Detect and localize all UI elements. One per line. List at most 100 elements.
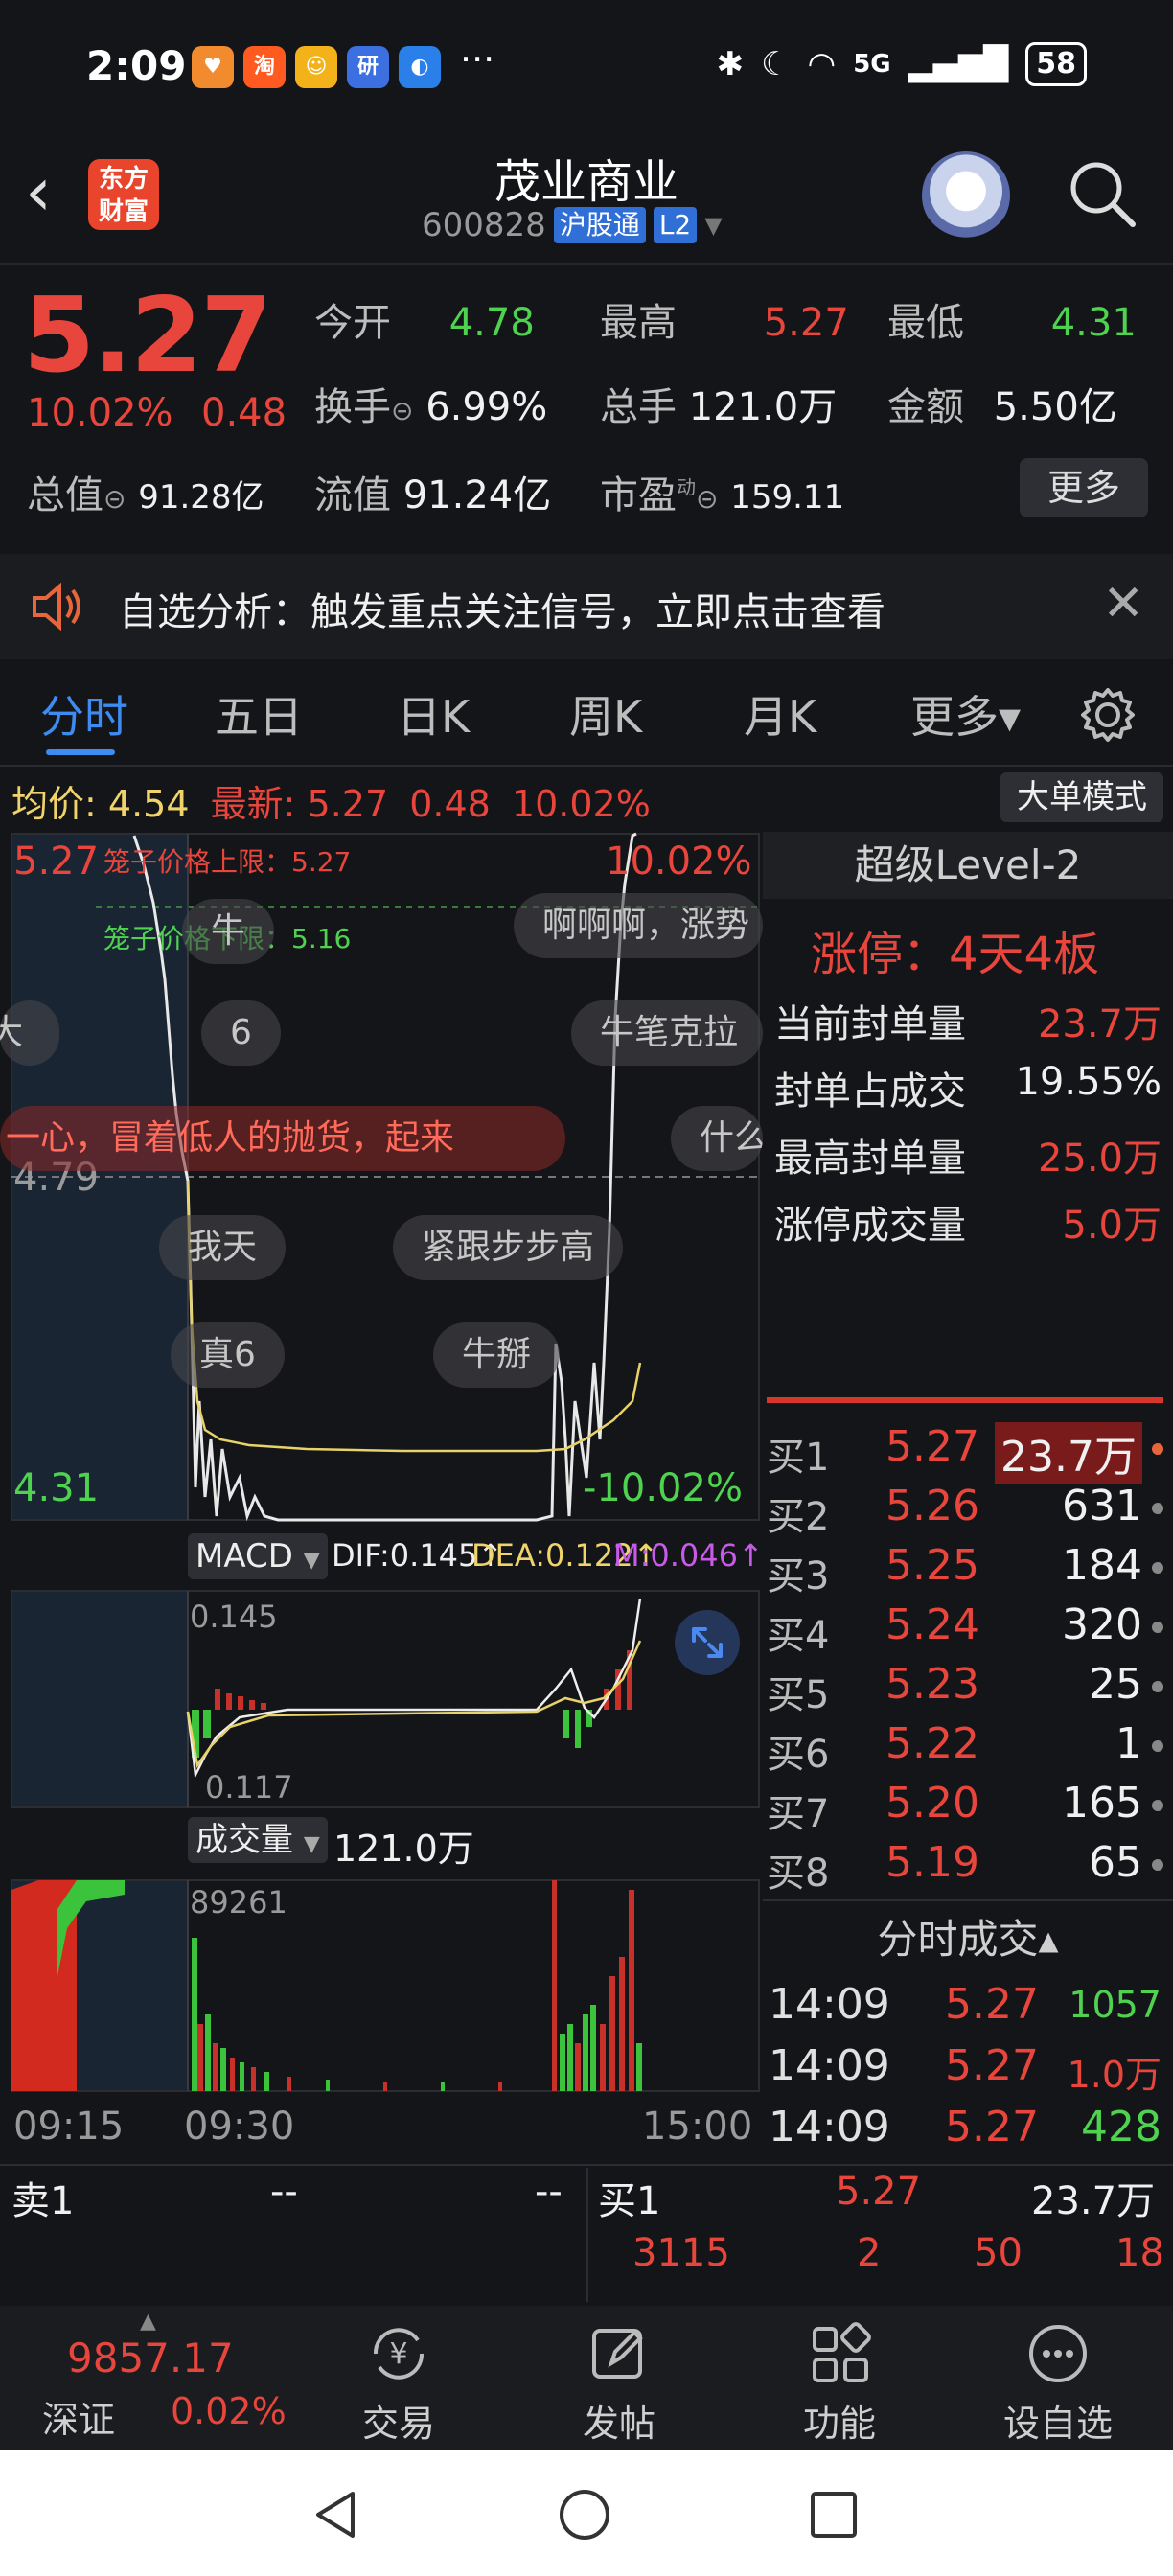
orderbook-row[interactable]: 买7 5.20 165: [767, 1779, 1163, 1836]
change-amount: 0.48: [201, 391, 288, 435]
orderbook-level: 买6: [767, 1733, 830, 1777]
tab-monthly-k[interactable]: 月K: [744, 682, 816, 746]
recents-square-icon[interactable]: [809, 2490, 859, 2540]
nav-add-watchlist[interactable]: 设自选: [962, 2306, 1154, 2450]
danmaku-bubble[interactable]: 一心，冒着低人的抛货，起来: [0, 1106, 565, 1171]
danmaku-bubble[interactable]: 大: [0, 1000, 59, 1066]
index-ticker[interactable]: ▲ 9857.17 深证 0.02%: [0, 2306, 326, 2450]
nav-trade[interactable]: ¥ 交易: [303, 2306, 494, 2450]
divider: [763, 1899, 1173, 1901]
research-notification-icon: 研: [347, 46, 389, 88]
wifi-icon: ◠: [807, 45, 837, 83]
search-icon[interactable]: [1064, 155, 1140, 232]
tick-trades-title[interactable]: 分时成交▴: [763, 1907, 1173, 1966]
stock-code: 600828: [422, 206, 546, 244]
level2-row: 涨停成交量 5.0万: [774, 1194, 1162, 1250]
float-value: 91.24亿: [402, 473, 552, 518]
close-icon[interactable]: ✕: [1102, 575, 1144, 632]
danmaku-bubble[interactable]: 我天: [159, 1215, 287, 1280]
tick-volume: 1.0万: [1067, 2054, 1162, 2096]
strip-buy-label: 买1: [598, 2179, 661, 2223]
notice-text: 自选分析：触发重点关注信号，立即点击查看: [119, 590, 886, 634]
orderbook-qty: 65: [1089, 1838, 1142, 1887]
gear-icon[interactable]: [1077, 684, 1138, 746]
strip-buy-price: 5.27: [836, 2170, 922, 2214]
stock-header: ‹ 东方 财富 茂业商业 600828 沪股通 L2 ▼: [0, 134, 1173, 264]
macd-bars: [192, 1650, 632, 1758]
tab-more[interactable]: 更多▾: [910, 682, 1021, 746]
danmaku-bubble[interactable]: 牛笔克拉: [571, 1000, 763, 1066]
tab-daily-k[interactable]: 日K: [397, 682, 470, 746]
change-percent: 10.02%: [27, 391, 173, 435]
pe-value: 159.11: [730, 478, 845, 517]
signal-icon: ▂▄▆█: [908, 45, 1009, 83]
orderbook-row[interactable]: 买1 5.27 23.7万: [767, 1422, 1163, 1484]
analysis-notice-bar[interactable]: 自选分析：触发重点关注信号，立即点击查看 ✕: [0, 554, 1173, 659]
danmaku-bubble[interactable]: 牛掰: [433, 1322, 561, 1388]
level2-title[interactable]: 超级Level-2: [763, 832, 1173, 899]
danmaku-bubble[interactable]: 6: [201, 1000, 281, 1066]
dea-line: [186, 1640, 642, 1769]
danmaku-bubble[interactable]: 紧跟步步高: [393, 1215, 624, 1280]
expand-chart-icon[interactable]: [673, 1608, 742, 1677]
level2-row-label: 涨停成交量: [774, 1204, 966, 1248]
volume-indicator-selector[interactable]: 成交量 ▼: [188, 1817, 328, 1863]
more-button[interactable]: 更多: [1020, 458, 1148, 518]
axis-low-price: 4.31: [13, 1466, 100, 1510]
ai-assistant-robot-icon[interactable]: [922, 151, 1010, 240]
post-edit-icon: [592, 2329, 643, 2379]
tab-weekly-k[interactable]: 周K: [569, 682, 642, 746]
tick-price: 5.27: [945, 2041, 1039, 2090]
pe-row[interactable]: 市盈动⊝ 159.11: [600, 464, 844, 519]
level2-row: 封单占成交 19.55%: [774, 1060, 1162, 1116]
level2-row-value: 25.0万: [1037, 1137, 1162, 1181]
orderbook-row[interactable]: 买3 5.25 184: [767, 1541, 1163, 1598]
danmaku-bubble[interactable]: 真6: [171, 1322, 285, 1388]
open-row: 今开 4.78: [314, 291, 535, 347]
macd-indicator-selector[interactable]: MACD ▼: [188, 1533, 328, 1579]
level2-row-value: 5.0万: [1062, 1204, 1162, 1248]
danmaku-bubble[interactable]: 什么: [671, 1106, 763, 1171]
dropdown-triangle-icon: ▼: [303, 1832, 320, 1856]
latest-label: 最新:: [210, 783, 296, 825]
orderbook-row[interactable]: 买5 5.23 25: [767, 1660, 1163, 1717]
big-order-mode-button[interactable]: 大单模式: [1000, 772, 1163, 822]
danmaku-bubble[interactable]: 牛: [182, 899, 275, 964]
tab-five-day[interactable]: 五日: [215, 682, 303, 746]
stock-code-row[interactable]: 600828 沪股通 L2 ▼: [422, 206, 723, 244]
orderbook-row[interactable]: 买2 5.26 631: [767, 1482, 1163, 1539]
axis-high-pct: 10.02%: [606, 840, 752, 884]
danmaku-bubble[interactable]: 啊啊啊，涨势: [514, 893, 763, 958]
axis-high-price: 5.27: [13, 840, 100, 884]
level2-row: 当前封单量 23.7万: [774, 993, 1162, 1048]
mktcap-row[interactable]: 总值⊝ 91.28亿: [27, 464, 264, 519]
strip-sell-label: 卖1: [12, 2179, 75, 2223]
nav-functions[interactable]: 功能: [744, 2306, 935, 2450]
orderbook-price: 5.22: [886, 1719, 979, 1768]
back-triangle-icon[interactable]: [309, 2488, 362, 2542]
turnover-row[interactable]: 换手⊝ 6.99%: [314, 376, 547, 431]
home-circle-icon[interactable]: [558, 2488, 611, 2542]
level2-row-label: 封单占成交: [774, 1070, 966, 1114]
tick-row: 14:09 5.27 428: [769, 2103, 1162, 2156]
nav-post[interactable]: 发帖: [523, 2306, 715, 2450]
order-dot-icon: [1152, 1800, 1163, 1811]
orderbook-row[interactable]: 买8 5.19 65: [767, 1838, 1163, 1896]
strip-queue-value: 2: [857, 2231, 882, 2275]
tab-intraday[interactable]: 分时: [40, 682, 128, 746]
battery-icon: 58: [1025, 42, 1087, 86]
order-dot-icon: [1152, 1503, 1163, 1514]
orderbook-level: 买2: [767, 1495, 830, 1539]
orderbook-qty: 23.7万: [995, 1422, 1142, 1484]
tick-volume: 428: [1081, 2103, 1162, 2151]
nav-post-label: 发帖: [582, 2403, 656, 2445]
float-row: 流值 91.24亿: [314, 464, 551, 519]
tick-price: 5.27: [945, 1980, 1039, 2029]
low-value: 4.31: [1050, 301, 1137, 345]
orderbook-row[interactable]: 买6 5.22 1: [767, 1719, 1163, 1777]
orderbook-level: 买3: [767, 1554, 830, 1598]
index-value: 9857.17: [67, 2334, 234, 2381]
functions-grid-icon: [813, 2322, 871, 2382]
orderbook-row[interactable]: 买4 5.24 320: [767, 1600, 1163, 1658]
latest-value: 5.27: [307, 783, 389, 825]
